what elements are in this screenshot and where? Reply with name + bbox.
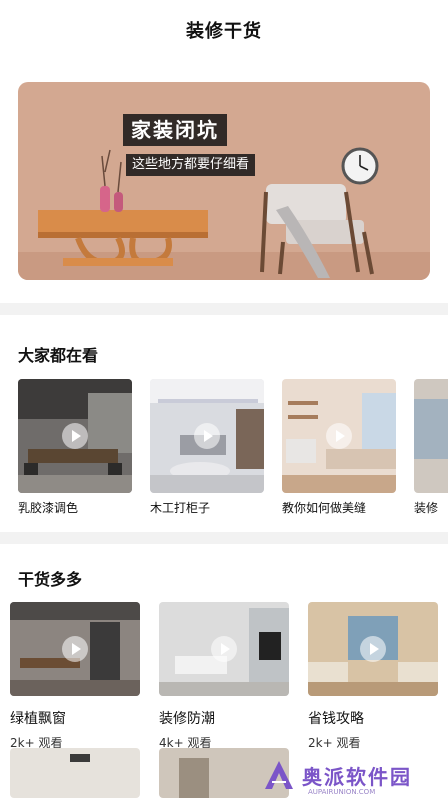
banner-title: 家装闭坑 — [123, 114, 227, 146]
play-icon — [360, 636, 386, 662]
tip-thumbnail — [10, 602, 140, 696]
play-icon — [62, 423, 88, 449]
section-title-tips: 干货多多 — [18, 570, 83, 589]
banner-subtitle: 这些地方都要仔细看 — [126, 154, 256, 176]
tip-card[interactable]: 绿植飘窗 2k+ 观看 — [10, 602, 140, 751]
video-thumbnail — [414, 379, 448, 493]
video-title: 教你如何做美缝 — [282, 501, 367, 515]
tip-title: 装修防潮 — [159, 711, 215, 727]
play-icon — [194, 423, 220, 449]
tip-thumbnail — [308, 602, 438, 696]
video-card[interactable]: 装修 — [414, 379, 448, 516]
video-card[interactable]: 木工打柜子 — [150, 379, 264, 516]
tip-card[interactable]: 装修防潮 4k+ 观看 — [159, 602, 289, 751]
video-title: 装修 — [414, 501, 439, 515]
section-title-watching: 大家都在看 — [18, 346, 99, 365]
video-thumbnail — [18, 379, 132, 493]
section-divider — [0, 303, 448, 315]
video-thumbnail — [282, 379, 396, 493]
watermark-url: AUPAIRUNION.COM — [308, 788, 376, 796]
room-photo — [10, 748, 140, 798]
tip-card[interactable]: 省钱攻略 2k+ 观看 — [308, 602, 438, 751]
video-thumbnail — [150, 379, 264, 493]
aupai-logo-icon — [265, 761, 293, 789]
video-title: 木工打柜子 — [150, 501, 211, 515]
play-icon — [326, 423, 352, 449]
page-title: 装修干货 — [186, 21, 262, 42]
tip-title: 绿植飘窗 — [10, 711, 66, 727]
watermark-name: 奥派软件园 — [302, 764, 412, 789]
banner-illustration — [18, 147, 430, 280]
tip-thumbnail — [10, 748, 140, 798]
tip-title: 省钱攻略 — [308, 711, 364, 727]
video-card[interactable]: 乳胶漆调色 — [18, 379, 132, 516]
room-photo — [414, 379, 448, 493]
video-card[interactable]: 教你如何做美缝 — [282, 379, 396, 516]
top-bar: 装修干货 — [0, 0, 448, 60]
section-divider — [0, 532, 448, 544]
video-title: 乳胶漆调色 — [18, 501, 79, 515]
view-count: 2k+ 观看 — [308, 736, 361, 750]
tip-card[interactable] — [10, 748, 140, 798]
play-icon — [62, 636, 88, 662]
tip-thumbnail — [159, 602, 289, 696]
video-carousel[interactable]: 乳胶漆调色 木工打柜子 教你如何做美缝 装修 — [18, 379, 448, 519]
promo-banner[interactable]: 家装闭坑 这些地方都要仔细看 — [18, 82, 430, 280]
watermark: 奥派软件园 AUPAIRUNION.COM — [262, 752, 448, 798]
play-icon — [211, 636, 237, 662]
